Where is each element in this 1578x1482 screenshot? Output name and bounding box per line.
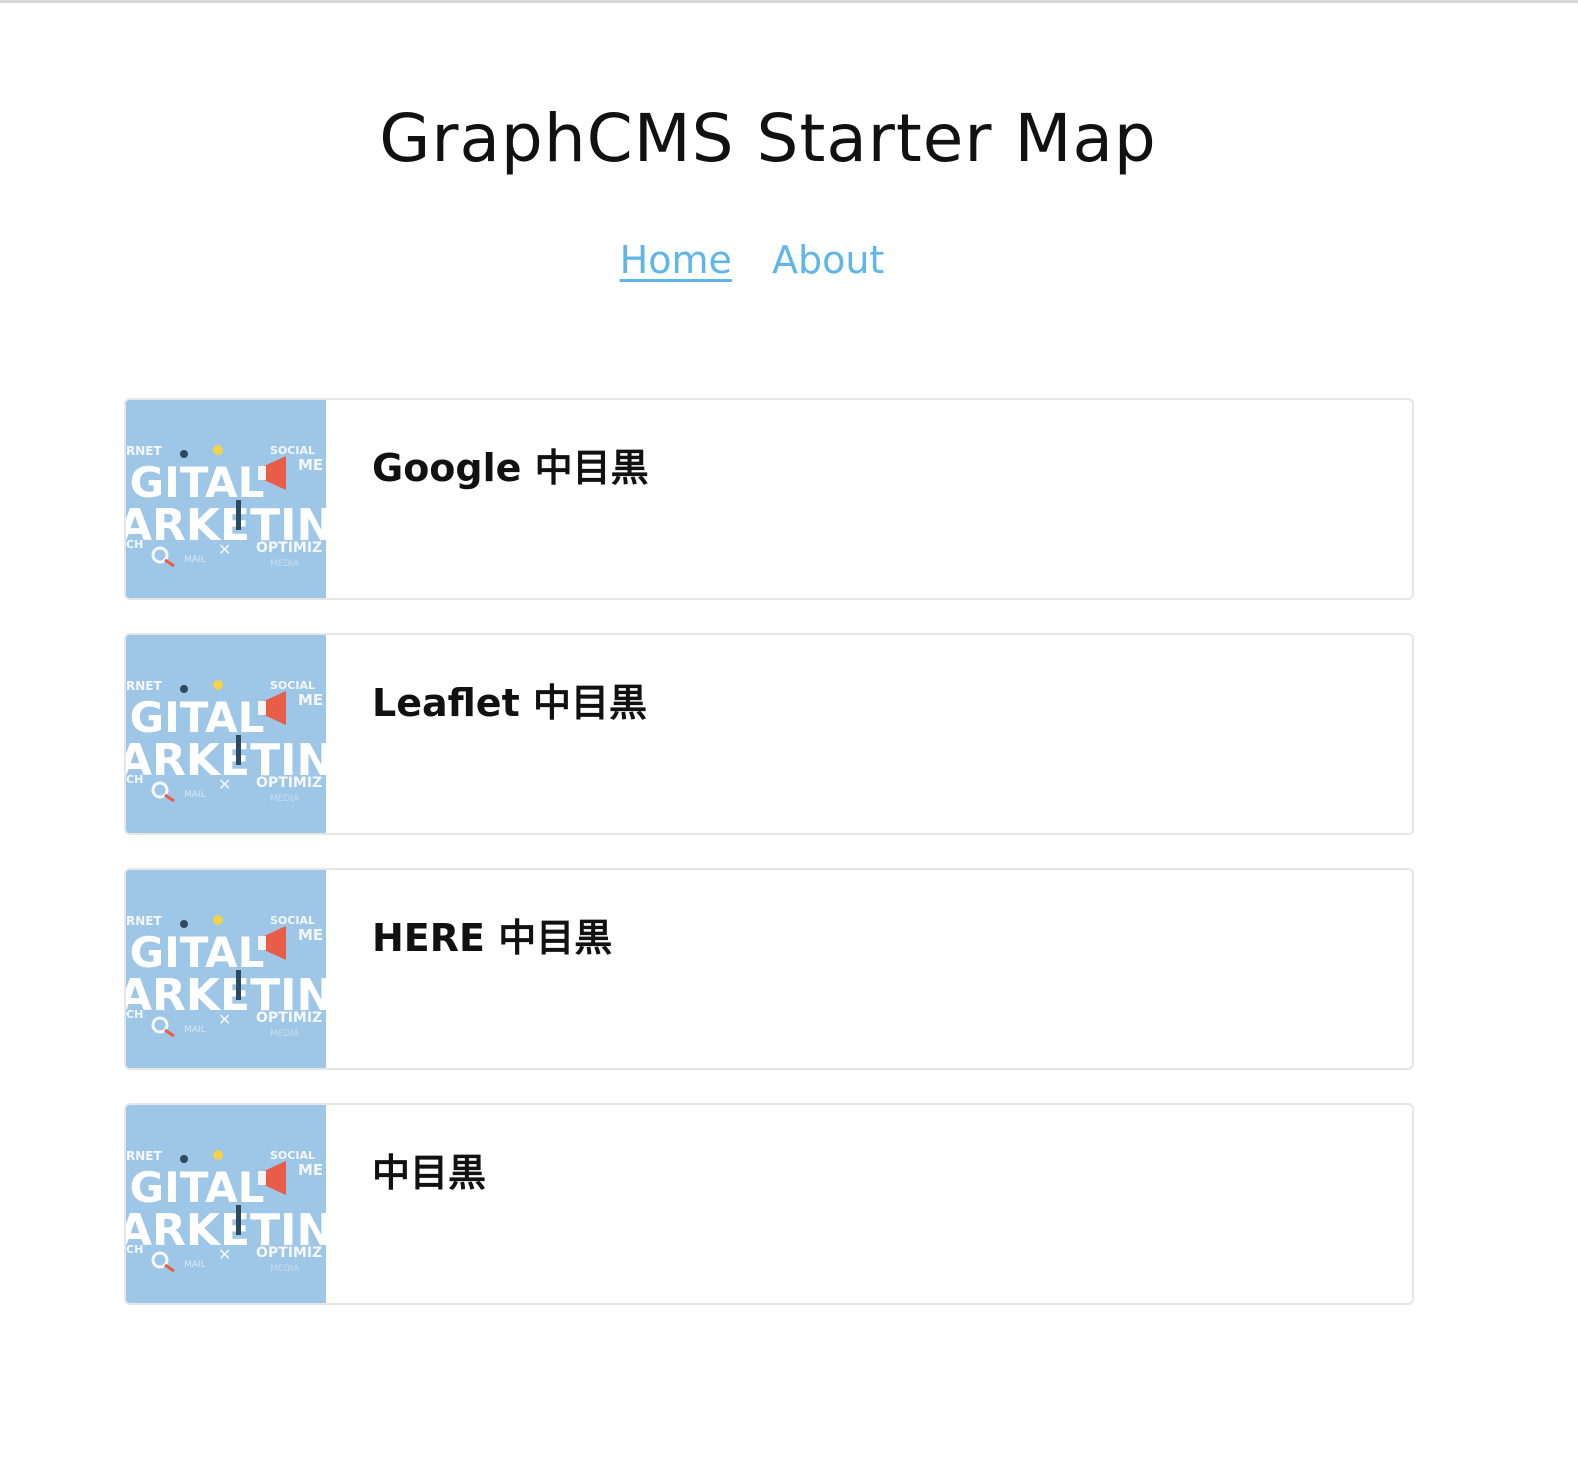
svg-text:MEDIA: MEDIA — [270, 1029, 300, 1039]
digital-marketing-image: RNET SOCIAL ME IGITAL ARKETIN CH MAIL ✕ … — [126, 870, 326, 1068]
page-title: GraphCMS Starter Map — [379, 100, 1157, 177]
svg-text:✕: ✕ — [218, 775, 231, 794]
main-nav: Home About — [0, 236, 1504, 284]
digital-marketing-image: RNET SOCIAL ME IGITAL ARKETIN CH MAIL ✕ … — [126, 1105, 326, 1303]
svg-text:MAIL: MAIL — [184, 555, 206, 565]
svg-text:MEDIA: MEDIA — [270, 1264, 300, 1274]
svg-text:✕: ✕ — [218, 1245, 231, 1264]
svg-text:✕: ✕ — [218, 1010, 231, 1029]
svg-text:MAIL: MAIL — [184, 1260, 206, 1270]
place-card-leaflet[interactable]: RNET SOCIAL ME IGITAL ARKETIN CH MAIL ✕ … — [124, 633, 1414, 835]
place-list: RNET SOCIAL ME IGITAL ARKETIN CH MAIL ✕ … — [124, 398, 1414, 1338]
svg-text:CH: CH — [126, 538, 143, 551]
nav-home-link[interactable]: Home — [620, 238, 732, 282]
place-thumbnail: RNET SOCIAL ME IGITAL ARKETIN CH MAIL ✕ … — [126, 1105, 326, 1303]
place-title: Google 中目黒 — [372, 446, 649, 490]
svg-text:ME: ME — [298, 456, 323, 474]
page: GraphCMS Starter Map Home About RNET SOC… — [0, 0, 1578, 1482]
place-title: HERE 中目黒 — [372, 916, 613, 960]
svg-text:MAIL: MAIL — [184, 1025, 206, 1035]
place-thumbnail: RNET SOCIAL ME IGITAL ARKETIN CH MAIL ✕ … — [126, 635, 326, 833]
place-thumbnail: RNET SOCIAL ME IGITAL ARKETIN CH MAIL ✕ … — [126, 400, 326, 598]
place-thumbnail: RNET SOCIAL ME IGITAL ARKETIN CH MAIL ✕ … — [126, 870, 326, 1068]
place-title: Leaflet 中目黒 — [372, 681, 647, 725]
svg-text:CH: CH — [126, 773, 143, 786]
svg-text:RNET: RNET — [126, 914, 162, 928]
window-top-border — [0, 0, 1578, 3]
digital-marketing-image: RNET SOCIAL ME IGITAL ARKETIN CH MAIL ✕ … — [126, 635, 326, 833]
digital-marketing-image: RNET SOCIAL ME IGITAL ARKETIN CH MAIL ✕ … — [126, 400, 326, 598]
svg-text:OPTIMIZ: OPTIMIZ — [256, 540, 322, 556]
svg-text:ME: ME — [298, 1161, 323, 1179]
svg-text:OPTIMIZ: OPTIMIZ — [256, 1010, 322, 1026]
place-card-here[interactable]: RNET SOCIAL ME IGITAL ARKETIN CH MAIL ✕ … — [124, 868, 1414, 1070]
svg-text:MEDIA: MEDIA — [270, 559, 300, 569]
place-card-google[interactable]: RNET SOCIAL ME IGITAL ARKETIN CH MAIL ✕ … — [124, 398, 1414, 600]
svg-text:OPTIMIZ: OPTIMIZ — [256, 775, 322, 791]
nav-about-link[interactable]: About — [772, 238, 884, 282]
svg-text:RNET: RNET — [126, 444, 162, 458]
svg-text:✕: ✕ — [218, 540, 231, 559]
svg-text:ME: ME — [298, 926, 323, 944]
svg-text:RNET: RNET — [126, 679, 162, 693]
svg-text:MEDIA: MEDIA — [270, 794, 300, 804]
svg-text:CH: CH — [126, 1008, 143, 1021]
svg-text:ME: ME — [298, 691, 323, 709]
site-header: GraphCMS Starter Map — [0, 96, 1536, 182]
svg-text:OPTIMIZ: OPTIMIZ — [256, 1245, 322, 1261]
place-card-nakameguro[interactable]: RNET SOCIAL ME IGITAL ARKETIN CH MAIL ✕ … — [124, 1103, 1414, 1305]
svg-text:MAIL: MAIL — [184, 790, 206, 800]
svg-text:RNET: RNET — [126, 1149, 162, 1163]
place-title: 中目黒 — [372, 1151, 487, 1195]
svg-text:CH: CH — [126, 1243, 143, 1256]
